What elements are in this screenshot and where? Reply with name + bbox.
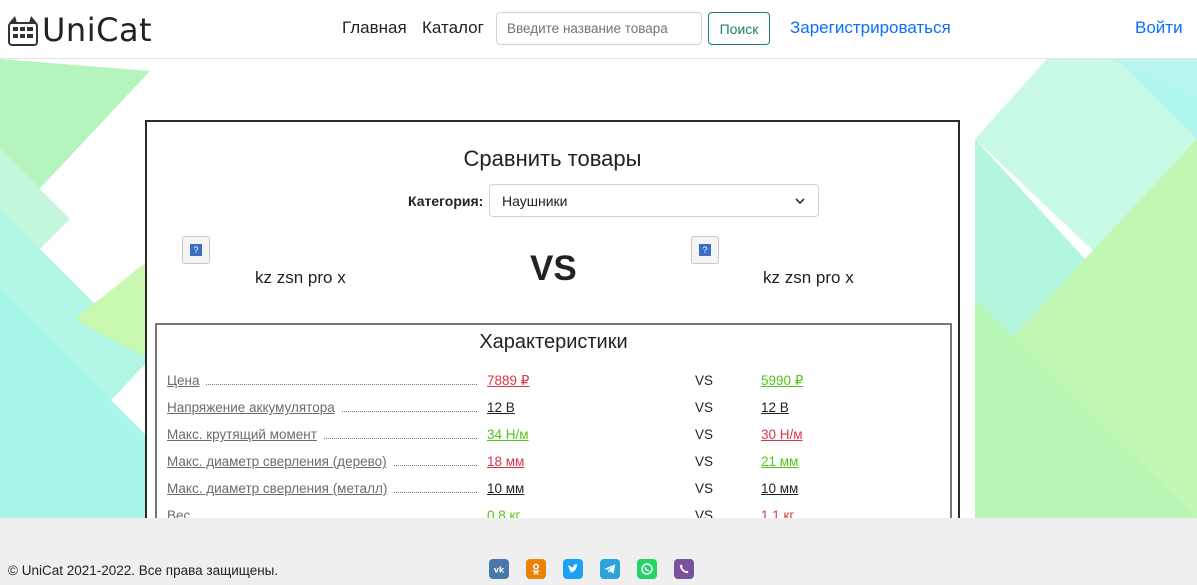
spec-name-link[interactable]: Макс. диаметр сверления (дерево): [167, 454, 393, 469]
spec-name-link[interactable]: Вес: [167, 508, 197, 518]
specs-panel: Характеристики Цена 7889 ₽ VS 5990 ₽ Нап…: [155, 323, 952, 518]
specs-title: Характеристики: [479, 331, 628, 353]
spec-row: Напряжение аккумулятора 12 В VS 12 В: [167, 400, 947, 420]
chevron-down-icon: [795, 197, 805, 204]
spec-right-value[interactable]: 30 Н/м: [761, 427, 803, 442]
spec-left-value[interactable]: 7889 ₽: [487, 373, 529, 389]
spec-vs: VS: [695, 508, 714, 518]
spec-row: Цена 7889 ₽ VS 5990 ₽: [167, 373, 947, 393]
login-link[interactable]: Войти: [1135, 18, 1183, 38]
spec-left-value[interactable]: 12 В: [487, 400, 515, 415]
spec-left-value[interactable]: 0.8 кг: [487, 508, 520, 518]
vs-label: VS: [530, 249, 577, 288]
product-right-image: ?: [691, 236, 719, 264]
top-navbar: UniCat Главная Каталог Поиск Зарегистрир…: [0, 0, 1197, 59]
logo-link[interactable]: UniCat: [6, 10, 152, 50]
telegram-icon[interactable]: [600, 559, 620, 579]
spec-vs: VS: [695, 427, 714, 442]
vk-icon[interactable]: vk: [489, 559, 509, 579]
spec-name-link[interactable]: Макс. диаметр сверления (металл): [167, 481, 394, 496]
product-left-image: ?: [182, 236, 210, 264]
register-link[interactable]: Зарегистрироваться: [790, 18, 951, 38]
spec-row: Макс. диаметр сверления (дерево) 18 мм V…: [167, 454, 947, 474]
twitter-icon[interactable]: [563, 559, 583, 579]
odnoklassniki-icon[interactable]: [526, 559, 546, 579]
nav-home-link[interactable]: Главная: [342, 18, 407, 38]
broken-image-icon: ?: [699, 244, 711, 256]
nav-catalog-link[interactable]: Каталог: [422, 18, 484, 38]
broken-image-icon: ?: [190, 244, 202, 256]
spec-row: Макс. крутящий момент 34 Н/м VS 30 Н/м: [167, 427, 947, 447]
spec-right-value[interactable]: 21 мм: [761, 454, 798, 469]
svg-text:vk: vk: [494, 566, 505, 575]
spec-vs: VS: [695, 481, 714, 496]
spec-row: Макс. диаметр сверления (металл) 10 мм V…: [167, 481, 947, 501]
search-input[interactable]: [496, 12, 702, 45]
spec-vs: VS: [695, 454, 714, 469]
product-right-name: kz zsn pro x: [763, 268, 854, 287]
spec-row: Вес 0.8 кг VS 1.1 кг: [167, 508, 947, 518]
viber-icon[interactable]: [674, 559, 694, 579]
product-left-name: kz zsn pro x: [255, 268, 346, 287]
logo-cat-icon: [8, 16, 38, 46]
copyright-text: © UniCat 2021-2022. Все права защищены.: [8, 563, 279, 578]
category-select[interactable]: Наушники: [489, 184, 819, 217]
spec-vs: VS: [695, 373, 714, 388]
spec-name-link[interactable]: Напряжение аккумулятора: [167, 400, 341, 415]
spec-right-value[interactable]: 10 мм: [761, 481, 798, 496]
compare-card: Сравнить товары Категория: Наушники ? kz…: [145, 120, 960, 518]
footer: © UniCat 2021-2022. Все права защищены. …: [0, 518, 1197, 585]
compare-title: Сравнить товары: [463, 146, 642, 171]
category-label: Категория:: [408, 193, 484, 209]
spec-name-link[interactable]: Цена: [167, 373, 206, 388]
category-select-value: Наушники: [502, 192, 568, 209]
spec-left-value[interactable]: 18 мм: [487, 454, 524, 469]
logo-text: UniCat: [42, 11, 153, 49]
search-button[interactable]: Поиск: [708, 12, 770, 45]
spec-vs: VS: [695, 400, 714, 415]
spec-left-value[interactable]: 34 Н/м: [487, 427, 529, 442]
spec-right-value[interactable]: 12 В: [761, 400, 789, 415]
spec-right-value[interactable]: 5990 ₽: [761, 373, 803, 389]
whatsapp-icon[interactable]: [637, 559, 657, 579]
spec-name-link[interactable]: Макс. крутящий момент: [167, 427, 323, 442]
spec-left-value[interactable]: 10 мм: [487, 481, 524, 496]
spec-right-value[interactable]: 1.1 кг: [761, 508, 794, 518]
